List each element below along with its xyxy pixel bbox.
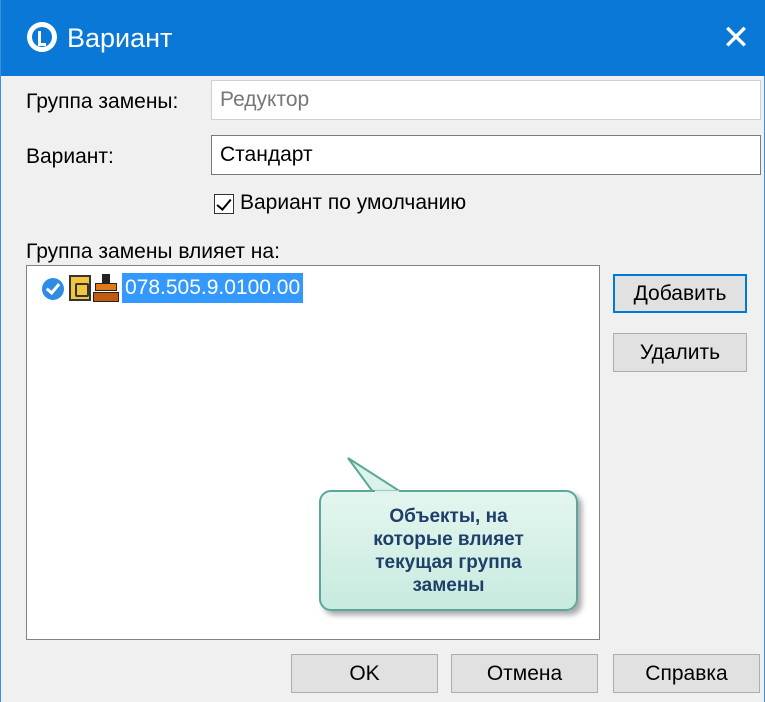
app-logo-icon — [27, 22, 57, 52]
cancel-button[interactable]: Отмена — [451, 654, 598, 693]
close-button[interactable]: ✕ — [706, 0, 765, 76]
add-button[interactable]: Добавить — [613, 274, 747, 313]
help-button[interactable]: Справка — [613, 654, 760, 693]
remove-button[interactable]: Удалить — [613, 333, 747, 372]
variant-label: Вариант: — [26, 145, 114, 168]
variant-dialog: Вариант ✕ Группа замены: Вариант: Вариан… — [0, 0, 765, 702]
ok-button[interactable]: OK — [291, 654, 438, 693]
document-icon — [69, 275, 91, 301]
affects-label: Группа замены влияет на: — [26, 240, 280, 263]
replacement-group-field[interactable] — [211, 80, 761, 120]
callout-text: Объекты, на которые влияет текущая групп… — [373, 505, 524, 596]
list-item-label: 078.505.9.0100.00 — [122, 273, 304, 303]
assembly-icon — [93, 274, 119, 302]
title-bar: Вариант ✕ — [1, 0, 765, 76]
default-variant-checkbox[interactable] — [214, 194, 234, 214]
window-title: Вариант — [67, 23, 173, 53]
verified-check-icon — [42, 278, 64, 300]
callout-tooltip: Объекты, на которые влияет текущая групп… — [319, 490, 578, 611]
variant-name-field[interactable] — [211, 135, 761, 175]
default-variant-label: Вариант по умолчанию — [240, 191, 467, 214]
group-label: Группа замены: — [26, 90, 179, 113]
